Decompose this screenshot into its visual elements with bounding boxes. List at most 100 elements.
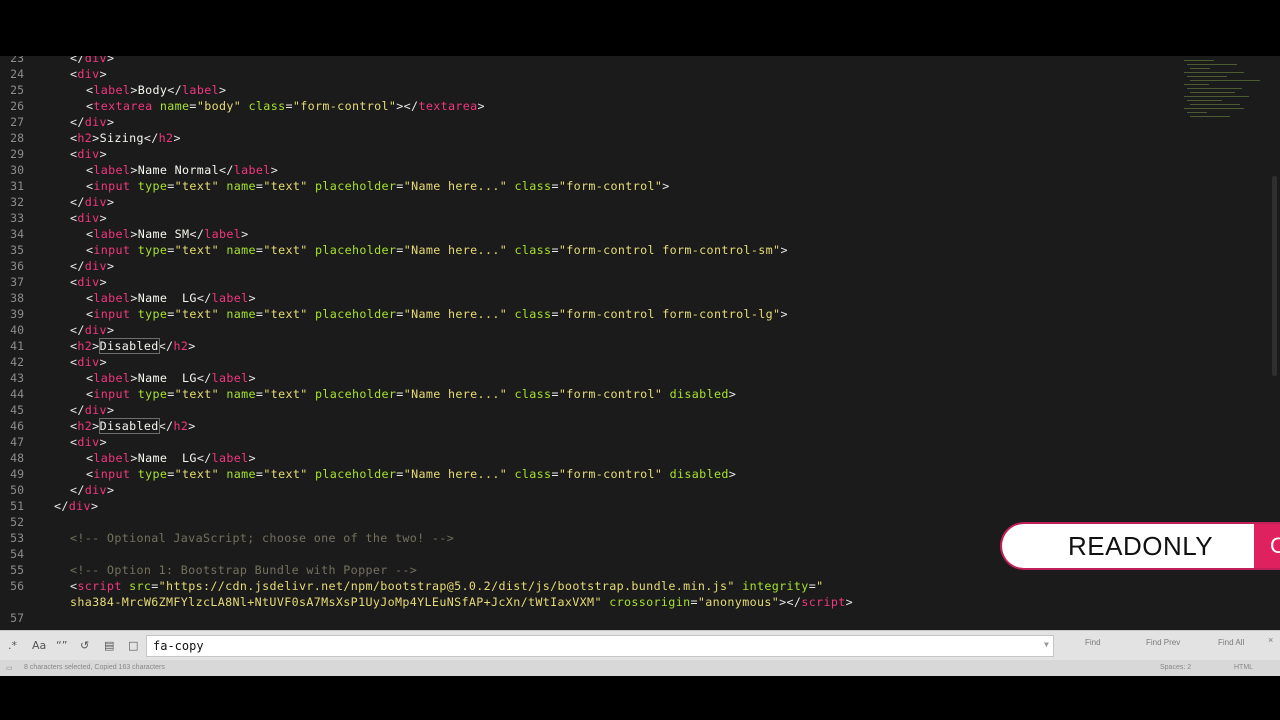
code-token: = (690, 595, 698, 609)
code-token: </ (70, 403, 85, 417)
status-bar: ▭ 8 characters selected, Copied 163 char… (0, 660, 1280, 676)
code-line[interactable]: <!-- Option 1: Bootstrap Bundle with Pop… (70, 562, 417, 578)
vertical-scrollbar[interactable] (1272, 176, 1277, 376)
in-selection-icon[interactable]: ▤ (104, 639, 114, 652)
code-line[interactable]: <h2>Disabled</h2> (70, 418, 196, 434)
code-line[interactable]: <label>Name LG</label> (86, 290, 256, 306)
code-line[interactable]: </div> (70, 258, 114, 274)
code-token: "text" (263, 387, 308, 401)
code-token: = (189, 99, 197, 113)
code-line[interactable]: <label>Name SM</label> (86, 226, 249, 242)
whole-word-icon[interactable]: “” (56, 639, 67, 652)
code-token: div (84, 403, 107, 417)
code-token: script (801, 595, 846, 609)
code-token: h2 (173, 419, 189, 433)
code-token: > (92, 419, 100, 433)
code-line[interactable]: </div> (70, 402, 114, 418)
code-line[interactable]: <div> (70, 210, 107, 226)
code-line[interactable]: <input type="text" name="text" placehold… (86, 242, 788, 258)
code-token: > (241, 227, 249, 241)
code-line[interactable]: </div> (70, 322, 114, 338)
regex-toggle-icon[interactable]: .* (8, 639, 17, 652)
code-line[interactable]: </div> (70, 482, 114, 498)
code-token: "form-control form-control-sm" (558, 243, 781, 257)
code-token: src (129, 579, 152, 593)
code-line[interactable]: <h2>Sizing</h2> (70, 130, 181, 146)
code-token: > (106, 56, 115, 65)
code-token: "text" (263, 243, 308, 257)
code-token: = (167, 387, 175, 401)
code-token: "form-control" (558, 467, 663, 481)
minimap-line (1190, 68, 1210, 69)
code-line[interactable]: </div> (70, 194, 114, 210)
code-token: h2 (77, 339, 93, 353)
code-token: > (173, 131, 181, 145)
code-line[interactable]: <input type="text" name="text" placehold… (86, 178, 670, 194)
code-token: > (248, 291, 256, 305)
code-line[interactable]: <div> (70, 66, 107, 82)
code-line[interactable]: <textarea name="body" class="form-contro… (86, 98, 485, 114)
close-find-icon[interactable]: × (1268, 635, 1273, 645)
code-line[interactable]: <input type="text" name="text" placehold… (86, 306, 788, 322)
code-token: "body" (196, 99, 242, 113)
find-button[interactable]: Find (1085, 638, 1101, 647)
find-all-button[interactable]: Find All (1218, 638, 1244, 647)
code-token: placeholder (315, 387, 397, 401)
code-line[interactable]: </div> (70, 114, 114, 130)
syntax-mode[interactable]: HTML (1234, 664, 1253, 671)
code-token: type (137, 387, 168, 401)
code-line[interactable]: <input type="text" name="text" placehold… (86, 466, 736, 482)
indentation-setting[interactable]: Spaces: 2 (1160, 664, 1191, 671)
highlight-matches-icon[interactable]: □ (128, 639, 138, 652)
code-token: "text" (174, 387, 219, 401)
code-token: "text" (263, 307, 308, 321)
minimap-line (1184, 72, 1244, 73)
code-line[interactable]: <div> (70, 146, 107, 162)
code-line[interactable]: <label>Name Normal</label> (86, 162, 278, 178)
code-token: label (93, 83, 131, 97)
code-line[interactable]: <h2>Disabled</h2> (70, 338, 196, 354)
code-token: > (130, 451, 138, 465)
code-line[interactable]: <div> (70, 434, 107, 450)
code-line[interactable]: <!-- Optional JavaScript; choose one of … (70, 530, 454, 546)
code-token: input (93, 387, 131, 401)
case-sensitive-icon[interactable]: Aa (32, 639, 46, 652)
code-line[interactable]: </div> (54, 498, 98, 514)
code-line[interactable]: <label>Name LG</label> (86, 450, 256, 466)
code-token: > (130, 83, 138, 97)
code-line[interactable]: <label>Name LG</label> (86, 370, 256, 386)
minimap[interactable] (1180, 56, 1270, 136)
code-token: input (93, 243, 131, 257)
find-input[interactable]: fa-copy (146, 635, 1054, 657)
code-token: </ (158, 339, 174, 353)
code-token: > (90, 499, 99, 513)
code-line[interactable]: <label>Body</label> (86, 82, 226, 98)
code-line[interactable]: </div> (70, 56, 114, 66)
code-token: = (285, 99, 293, 113)
code-token: "text" (263, 179, 308, 193)
code-token: integrity (742, 579, 809, 593)
code-line[interactable]: <input type="text" name="text" placehold… (86, 386, 736, 402)
code-line[interactable]: <div> (70, 354, 107, 370)
code-line[interactable]: <div> (70, 274, 107, 290)
code-token: > (218, 83, 227, 97)
find-prev-button[interactable]: Find Prev (1146, 638, 1180, 647)
find-history-dropdown-icon[interactable]: ▼ (1044, 640, 1049, 649)
code-token: "text" (174, 467, 219, 481)
code-token: "Name here..." (403, 467, 508, 481)
code-line[interactable]: <script src="https://cdn.jsdelivr.net/np… (70, 578, 823, 594)
wrap-icon[interactable]: ↺ (80, 639, 89, 652)
code-token: "anonymous" (697, 595, 780, 609)
code-token: </ (196, 451, 212, 465)
code-token: > (99, 355, 107, 369)
code-token: </ (167, 83, 183, 97)
code-token: label (211, 371, 249, 385)
code-line[interactable]: sha384-MrcW6ZMFYlzcLA8Nl+NtUVF0sA7MsXsP1… (70, 594, 853, 610)
